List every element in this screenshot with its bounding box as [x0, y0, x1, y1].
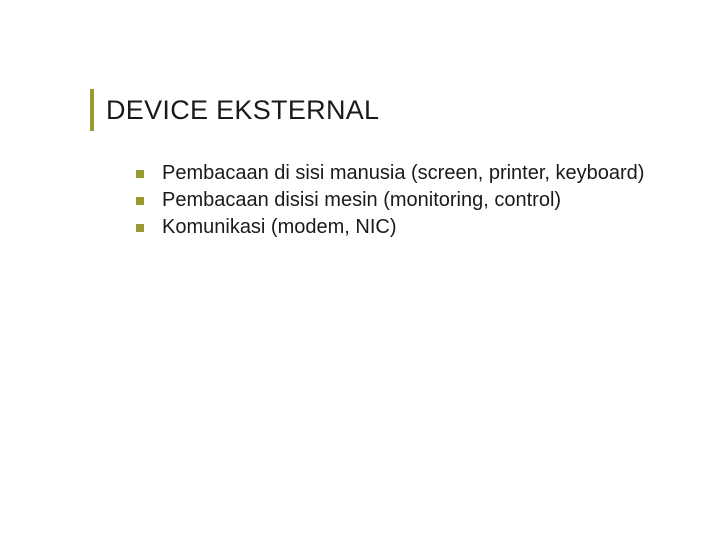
bullet-list: Pembacaan di sisi manusia (screen, print…	[132, 160, 660, 241]
list-item: Pembacaan di sisi manusia (screen, print…	[132, 160, 660, 187]
list-item: Komunikasi (modem, NIC)	[132, 214, 660, 241]
list-item: Pembacaan disisi mesin (monitoring, cont…	[132, 187, 660, 214]
list-item-text: Pembacaan disisi mesin (monitoring, cont…	[162, 189, 561, 211]
slide: DEVICE EKSTERNAL Pembacaan di sisi manus…	[0, 0, 720, 540]
title-wrap: DEVICE EKSTERNAL	[98, 95, 660, 126]
list-item-text: Komunikasi (modem, NIC)	[162, 216, 397, 238]
list-item-text: Pembacaan di sisi manusia (screen, print…	[162, 162, 644, 184]
slide-body: Pembacaan di sisi manusia (screen, print…	[98, 160, 660, 241]
slide-title: DEVICE EKSTERNAL	[106, 95, 660, 126]
